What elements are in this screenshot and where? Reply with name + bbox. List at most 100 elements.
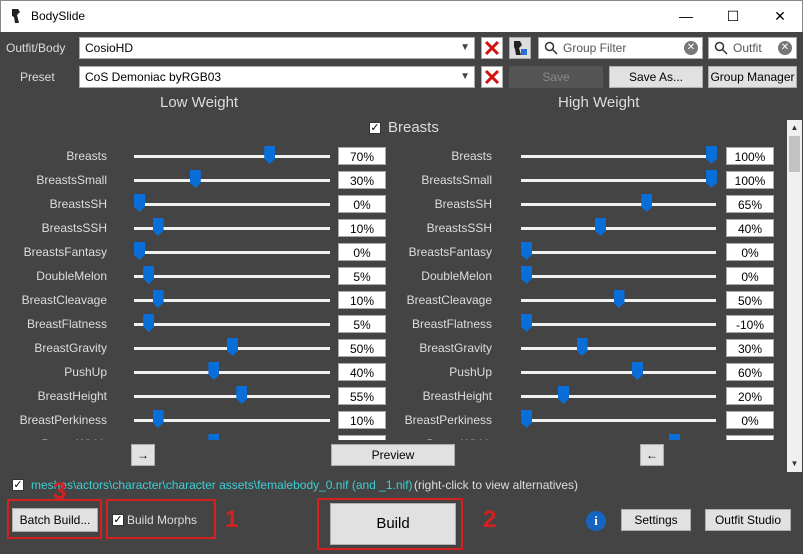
low-slider-track[interactable] [134, 395, 330, 398]
clear-group-filter-icon[interactable]: ✕ [684, 41, 698, 55]
high-slider-value[interactable]: 80% [726, 435, 774, 440]
save-as-button[interactable]: Save As... [609, 66, 703, 88]
high-slider-track[interactable] [521, 323, 716, 326]
low-slider-value[interactable]: 5% [338, 315, 386, 333]
outfit-tool-button[interactable] [509, 37, 531, 59]
group-filter-field[interactable]: Group Filter ✕ [538, 37, 703, 59]
low-slider-thumb[interactable] [208, 434, 220, 440]
low-slider-value[interactable]: 0% [338, 243, 386, 261]
scroll-down-icon[interactable]: ▼ [787, 456, 802, 472]
delete-preset-button[interactable] [481, 66, 503, 88]
high-slider-thumb[interactable] [521, 314, 532, 332]
preset-combo[interactable]: CoS Demoniac byRGB03 ▼ [79, 66, 475, 88]
high-slider-value[interactable]: 0% [726, 411, 774, 429]
high-slider-value[interactable]: -10% [726, 315, 774, 333]
outfit-studio-button[interactable]: Outfit Studio [705, 509, 791, 531]
low-slider-thumb[interactable] [189, 170, 201, 188]
low-slider-value[interactable]: 5% [338, 267, 386, 285]
low-slider-track[interactable] [134, 323, 330, 326]
outfit-filter-field[interactable]: Outfit ✕ [708, 37, 797, 59]
low-slider-track[interactable] [134, 371, 330, 374]
low-slider-thumb[interactable] [152, 218, 164, 236]
low-slider-thumb[interactable] [134, 242, 145, 260]
low-slider-value[interactable]: 30% [338, 171, 386, 189]
high-slider-value[interactable]: 20% [726, 387, 774, 405]
high-slider-track[interactable] [521, 179, 716, 182]
low-slider-value[interactable]: 55% [338, 387, 386, 405]
low-slider-thumb[interactable] [143, 314, 155, 332]
slider-scrollbar[interactable]: ▲ ▼ [787, 120, 802, 472]
high-slider-value[interactable]: 60% [726, 363, 774, 381]
high-slider-thumb[interactable] [595, 218, 606, 236]
high-slider-value[interactable]: 100% [726, 147, 774, 165]
high-slider-thumb[interactable] [521, 266, 532, 284]
low-slider-value[interactable]: 10% [338, 291, 386, 309]
low-slider-value[interactable]: 10% [338, 219, 386, 237]
high-slider-track[interactable] [521, 347, 716, 350]
low-slider-thumb[interactable] [134, 194, 145, 212]
delete-outfit-button[interactable] [481, 37, 503, 59]
low-slider-thumb[interactable] [264, 146, 276, 164]
low-slider-thumb[interactable] [227, 338, 238, 356]
low-slider-thumb[interactable] [236, 386, 248, 404]
low-slider-track[interactable] [134, 251, 330, 254]
high-slider-value[interactable]: 50% [726, 291, 774, 309]
copy-left-button[interactable]: ← [640, 444, 664, 466]
low-slider-track[interactable] [134, 203, 330, 206]
low-slider-track[interactable] [134, 179, 330, 182]
high-slider-track[interactable] [521, 227, 716, 230]
high-slider-track[interactable] [521, 251, 716, 254]
outfit-body-combo[interactable]: CosioHD ▼ [79, 37, 475, 59]
high-slider-track[interactable] [521, 203, 716, 206]
high-slider-track[interactable] [521, 155, 716, 158]
high-slider-track[interactable] [521, 275, 716, 278]
high-slider-track[interactable] [521, 419, 716, 422]
high-slider-thumb[interactable] [521, 242, 532, 260]
high-slider-thumb[interactable] [669, 434, 680, 440]
low-slider-value[interactable]: 40% [338, 435, 386, 440]
high-slider-value[interactable]: 65% [726, 195, 774, 213]
maximize-button[interactable]: ☐ [710, 1, 756, 33]
clear-outfit-filter-icon[interactable]: ✕ [778, 41, 792, 55]
scrollbar-thumb[interactable] [789, 136, 800, 172]
high-slider-thumb[interactable] [521, 410, 532, 428]
low-slider-thumb[interactable] [143, 266, 155, 284]
preview-button[interactable]: Preview [331, 444, 455, 466]
save-button[interactable]: Save [509, 66, 603, 88]
output-path-text[interactable]: meshes\actors\character\character assets… [31, 478, 413, 492]
low-slider-thumb[interactable] [152, 290, 164, 308]
high-slider-value[interactable]: 30% [726, 339, 774, 357]
high-slider-track[interactable] [521, 371, 716, 374]
breasts-category-checkbox[interactable]: ✓ [369, 122, 381, 134]
chevron-down-icon: ▼ [460, 42, 470, 53]
low-slider-track[interactable] [134, 155, 330, 158]
low-slider-track[interactable] [134, 275, 330, 278]
high-slider-track[interactable] [521, 395, 716, 398]
high-slider-value[interactable]: 0% [726, 267, 774, 285]
minimize-button[interactable]: — [663, 1, 709, 33]
high-slider-thumb[interactable] [706, 146, 717, 164]
info-icon[interactable]: i [586, 511, 606, 531]
low-slider-thumb[interactable] [208, 362, 220, 380]
low-slider-thumb[interactable] [152, 410, 164, 428]
high-slider-thumb[interactable] [576, 338, 588, 356]
high-slider-thumb[interactable] [613, 290, 625, 308]
high-slider-thumb[interactable] [706, 170, 717, 188]
high-slider-value[interactable]: 40% [726, 219, 774, 237]
low-slider-value[interactable]: 40% [338, 363, 386, 381]
output-path-checkbox[interactable]: ✓ [12, 479, 24, 491]
close-button[interactable]: ✕ [757, 1, 803, 33]
low-slider-value[interactable]: 70% [338, 147, 386, 165]
high-slider-value[interactable]: 100% [726, 171, 774, 189]
low-slider-value[interactable]: 10% [338, 411, 386, 429]
low-slider-value[interactable]: 50% [338, 339, 386, 357]
high-slider-thumb[interactable] [558, 386, 569, 404]
group-manager-button[interactable]: Group Manager [708, 66, 797, 88]
high-slider-value[interactable]: 0% [726, 243, 774, 261]
low-slider-value[interactable]: 0% [338, 195, 386, 213]
scroll-up-icon[interactable]: ▲ [787, 120, 802, 136]
settings-button[interactable]: Settings [621, 509, 691, 531]
high-slider-thumb[interactable] [641, 194, 653, 212]
high-slider-thumb[interactable] [632, 362, 643, 380]
copy-right-button[interactable]: → [131, 444, 155, 466]
